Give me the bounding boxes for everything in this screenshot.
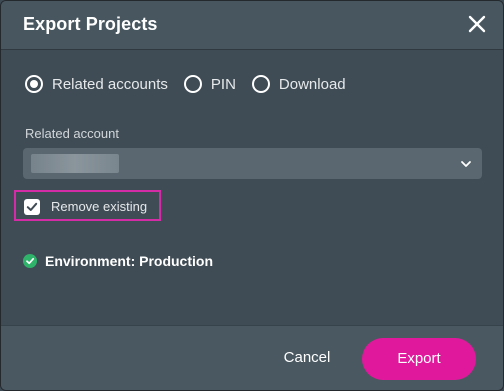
cancel-button[interactable]: Cancel	[270, 349, 344, 366]
radio-indicator[interactable]	[251, 75, 270, 93]
export-button[interactable]: Export	[362, 338, 476, 380]
export-projects-dialog: Export Projects Related accounts PIN Dow…	[0, 0, 504, 391]
remove-existing-checkbox[interactable]	[24, 199, 40, 215]
check-icon	[26, 202, 38, 211]
export-mode-radio-group: Related accounts PIN Download	[25, 73, 362, 95]
dialog-header: Export Projects	[1, 1, 503, 50]
chevron-down-icon[interactable]	[460, 158, 472, 170]
radio-related-accounts[interactable]: Related accounts	[25, 75, 168, 93]
radio-selected-indicator[interactable]	[25, 75, 43, 93]
close-icon[interactable]	[465, 12, 489, 36]
related-account-label: Related account	[25, 126, 119, 141]
related-account-select[interactable]	[23, 148, 482, 179]
radio-pin[interactable]: PIN	[183, 75, 236, 93]
related-account-value-redacted	[31, 154, 119, 173]
remove-existing-label: Remove existing	[51, 199, 148, 214]
radio-indicator[interactable]	[183, 75, 202, 93]
radio-label: PIN	[210, 75, 236, 93]
radio-label: Download	[278, 75, 346, 93]
environment-indicator: Environment: Production	[23, 253, 213, 269]
radio-download[interactable]: Download	[251, 75, 346, 93]
check-circle-icon	[23, 254, 37, 268]
radio-label: Related accounts	[52, 75, 168, 93]
environment-text: Environment: Production	[45, 253, 213, 269]
dialog-footer: Cancel Export	[1, 325, 503, 390]
dialog-title: Export Projects	[23, 14, 158, 34]
